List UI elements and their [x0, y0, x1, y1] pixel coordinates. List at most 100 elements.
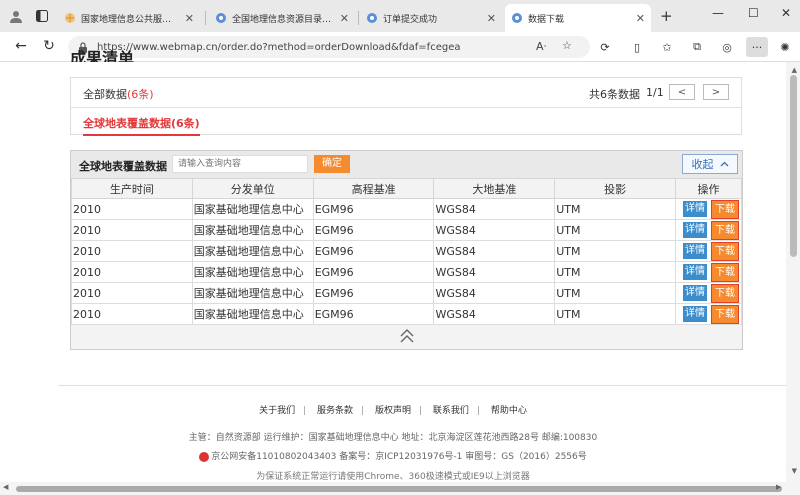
cell-projection: UTM: [554, 198, 676, 220]
prev-page-button[interactable]: <: [669, 84, 695, 100]
horizontal-scrollbar-thumb[interactable]: [16, 486, 782, 492]
cell-unit: 国家基础地理信息中心: [191, 261, 314, 283]
scroll-down-icon[interactable]: ▼: [792, 467, 797, 475]
scroll-up-icon[interactable]: ▲: [792, 66, 797, 74]
double-chevron-up-icon[interactable]: [398, 327, 416, 345]
download-button[interactable]: 下载: [711, 199, 739, 219]
result-summary: 全部数据(6条) 共6条数据 1/1 < > 全球地表覆盖数据(6条): [70, 77, 742, 136]
settings-more-icon[interactable]: ···: [746, 37, 768, 57]
cell-geodetic-datum: WGS84: [433, 261, 556, 283]
cell-projection: UTM: [554, 303, 676, 325]
search-input[interactable]: [172, 155, 308, 173]
cell-time: 2010: [71, 240, 193, 262]
tab-2[interactable]: 订单提交成功 ✕: [360, 4, 502, 32]
cell-time: 2010: [71, 282, 193, 304]
page-current: 1: [646, 86, 653, 99]
refresh-icon[interactable]: ↻: [40, 38, 58, 54]
detail-button[interactable]: 详情: [683, 222, 707, 238]
cell-unit: 国家基础地理信息中心: [191, 282, 314, 304]
profile-avatar[interactable]: [6, 6, 26, 26]
tab-3-active[interactable]: 数据下载 ✕: [505, 4, 651, 32]
footer-sep: |: [476, 406, 480, 416]
footer-link-copyright[interactable]: 版权声明: [375, 406, 411, 416]
detail-button[interactable]: 详情: [683, 306, 707, 322]
cell-action: 详情 下载: [674, 240, 743, 262]
cell-projection: UTM: [554, 240, 676, 262]
close-icon[interactable]: ✕: [487, 12, 496, 25]
cell-projection: UTM: [554, 282, 676, 304]
download-button[interactable]: 下载: [711, 241, 739, 261]
tab-0[interactable]: 国家地理信息公共服务平台 天 ✕: [58, 4, 200, 32]
page-indicator: 1/1: [646, 86, 664, 99]
download-button[interactable]: 下载: [711, 262, 739, 282]
page-title: 成果清单: [70, 49, 135, 62]
copilot-icon[interactable]: ◎: [719, 39, 735, 55]
tab-separator: [358, 11, 359, 25]
minimize-icon[interactable]: —: [712, 6, 724, 20]
cell-projection: UTM: [554, 219, 676, 241]
maximize-icon[interactable]: ☐: [748, 6, 759, 20]
scroll-right-icon[interactable]: ▶: [776, 483, 781, 491]
read-aloud-icon[interactable]: Aᐧ: [536, 40, 546, 53]
confirm-button[interactable]: 确定: [314, 155, 350, 173]
cell-unit: 国家基础地理信息中心: [191, 303, 314, 325]
scrollbar-thumb[interactable]: [790, 75, 797, 257]
cell-unit: 国家基础地理信息中心: [191, 219, 314, 241]
table-row: 2010 国家基础地理信息中心 EGM96 WGS84 UTM 详情 下载: [71, 303, 743, 325]
new-tab-button[interactable]: +: [660, 7, 673, 25]
close-icon[interactable]: ✕: [340, 12, 349, 25]
panel-header: 全球地表覆盖数据 确定 收起: [71, 151, 742, 178]
scroll-left-icon[interactable]: ◀: [3, 483, 8, 491]
extensions-icon[interactable]: ⟳: [597, 39, 613, 55]
cell-geodetic-datum: WGS84: [433, 240, 556, 262]
cell-action: 详情 下载: [674, 198, 743, 220]
footer-link-help[interactable]: 帮助中心: [491, 406, 527, 416]
collapse-button[interactable]: 收起: [682, 154, 738, 174]
cell-action: 详情 下载: [674, 303, 743, 325]
cell-time: 2010: [71, 198, 193, 220]
detail-button[interactable]: 详情: [683, 243, 707, 259]
tab-actions-button[interactable]: [32, 6, 52, 26]
cell-action: 详情 下载: [674, 219, 743, 241]
cell-unit: 国家基础地理信息中心: [191, 240, 314, 262]
download-button[interactable]: 下载: [711, 220, 739, 240]
footer-sep: |: [419, 406, 423, 416]
footer-browser-notice: 为保证系统正常运行请使用Chrome、360极速模式或IE9以上浏览器: [256, 472, 530, 482]
close-icon[interactable]: ✕: [185, 12, 194, 25]
download-button[interactable]: 下载: [711, 304, 739, 324]
detail-button[interactable]: 详情: [683, 201, 707, 217]
column-header-projection: 投影: [554, 178, 676, 199]
close-icon[interactable]: ✕: [636, 12, 645, 25]
column-header-elevation-datum: 高程基准: [312, 178, 435, 199]
tab-1[interactable]: 全国地理信息资源目录服务系 ✕: [209, 4, 355, 32]
cell-time: 2010: [71, 219, 193, 241]
footer-divider: [58, 385, 786, 386]
footer-links: 关于我们 | 服务条款 | 版权声明 | 联系我们 | 帮助中心: [0, 403, 786, 416]
cell-elevation-datum: EGM96: [312, 261, 435, 283]
footer-link-terms[interactable]: 服务条款: [317, 406, 353, 416]
copilot-sidebar-icon[interactable]: ✺: [777, 39, 793, 55]
next-page-button[interactable]: >: [703, 84, 729, 100]
cell-time: 2010: [71, 261, 193, 283]
tab-label: 订单提交成功: [383, 14, 438, 25]
table-row: 2010 国家基础地理信息中心 EGM96 WGS84 UTM 详情 下载: [71, 240, 743, 262]
category-tab-global-land-cover[interactable]: 全球地表覆盖数据(6条): [83, 115, 200, 136]
back-icon[interactable]: ←: [12, 38, 30, 54]
favorite-star-icon[interactable]: ☆: [562, 39, 572, 52]
detail-button[interactable]: 详情: [683, 285, 707, 301]
footer-link-about[interactable]: 关于我们: [259, 406, 295, 416]
detail-button[interactable]: 详情: [683, 264, 707, 280]
footer-link-contact[interactable]: 联系我们: [433, 406, 469, 416]
cell-geodetic-datum: WGS84: [433, 198, 556, 220]
url-field[interactable]: https://www.webmap.cn/order.do?method=or…: [68, 36, 590, 58]
download-button[interactable]: 下载: [711, 283, 739, 303]
column-header-time: 生产时间: [71, 178, 193, 199]
all-data-label: 全部数据: [83, 88, 127, 101]
close-window-icon[interactable]: ✕: [781, 6, 791, 20]
collections-icon[interactable]: ⧉: [689, 39, 705, 55]
all-data-link[interactable]: 全部数据(6条): [83, 86, 154, 102]
favorites-icon[interactable]: ✩: [659, 39, 675, 55]
table-row: 2010 国家基础地理信息中心 EGM96 WGS84 UTM 详情 下载: [71, 261, 743, 283]
split-screen-icon[interactable]: ▯: [629, 39, 645, 55]
tab-label: 数据下载: [528, 14, 565, 25]
